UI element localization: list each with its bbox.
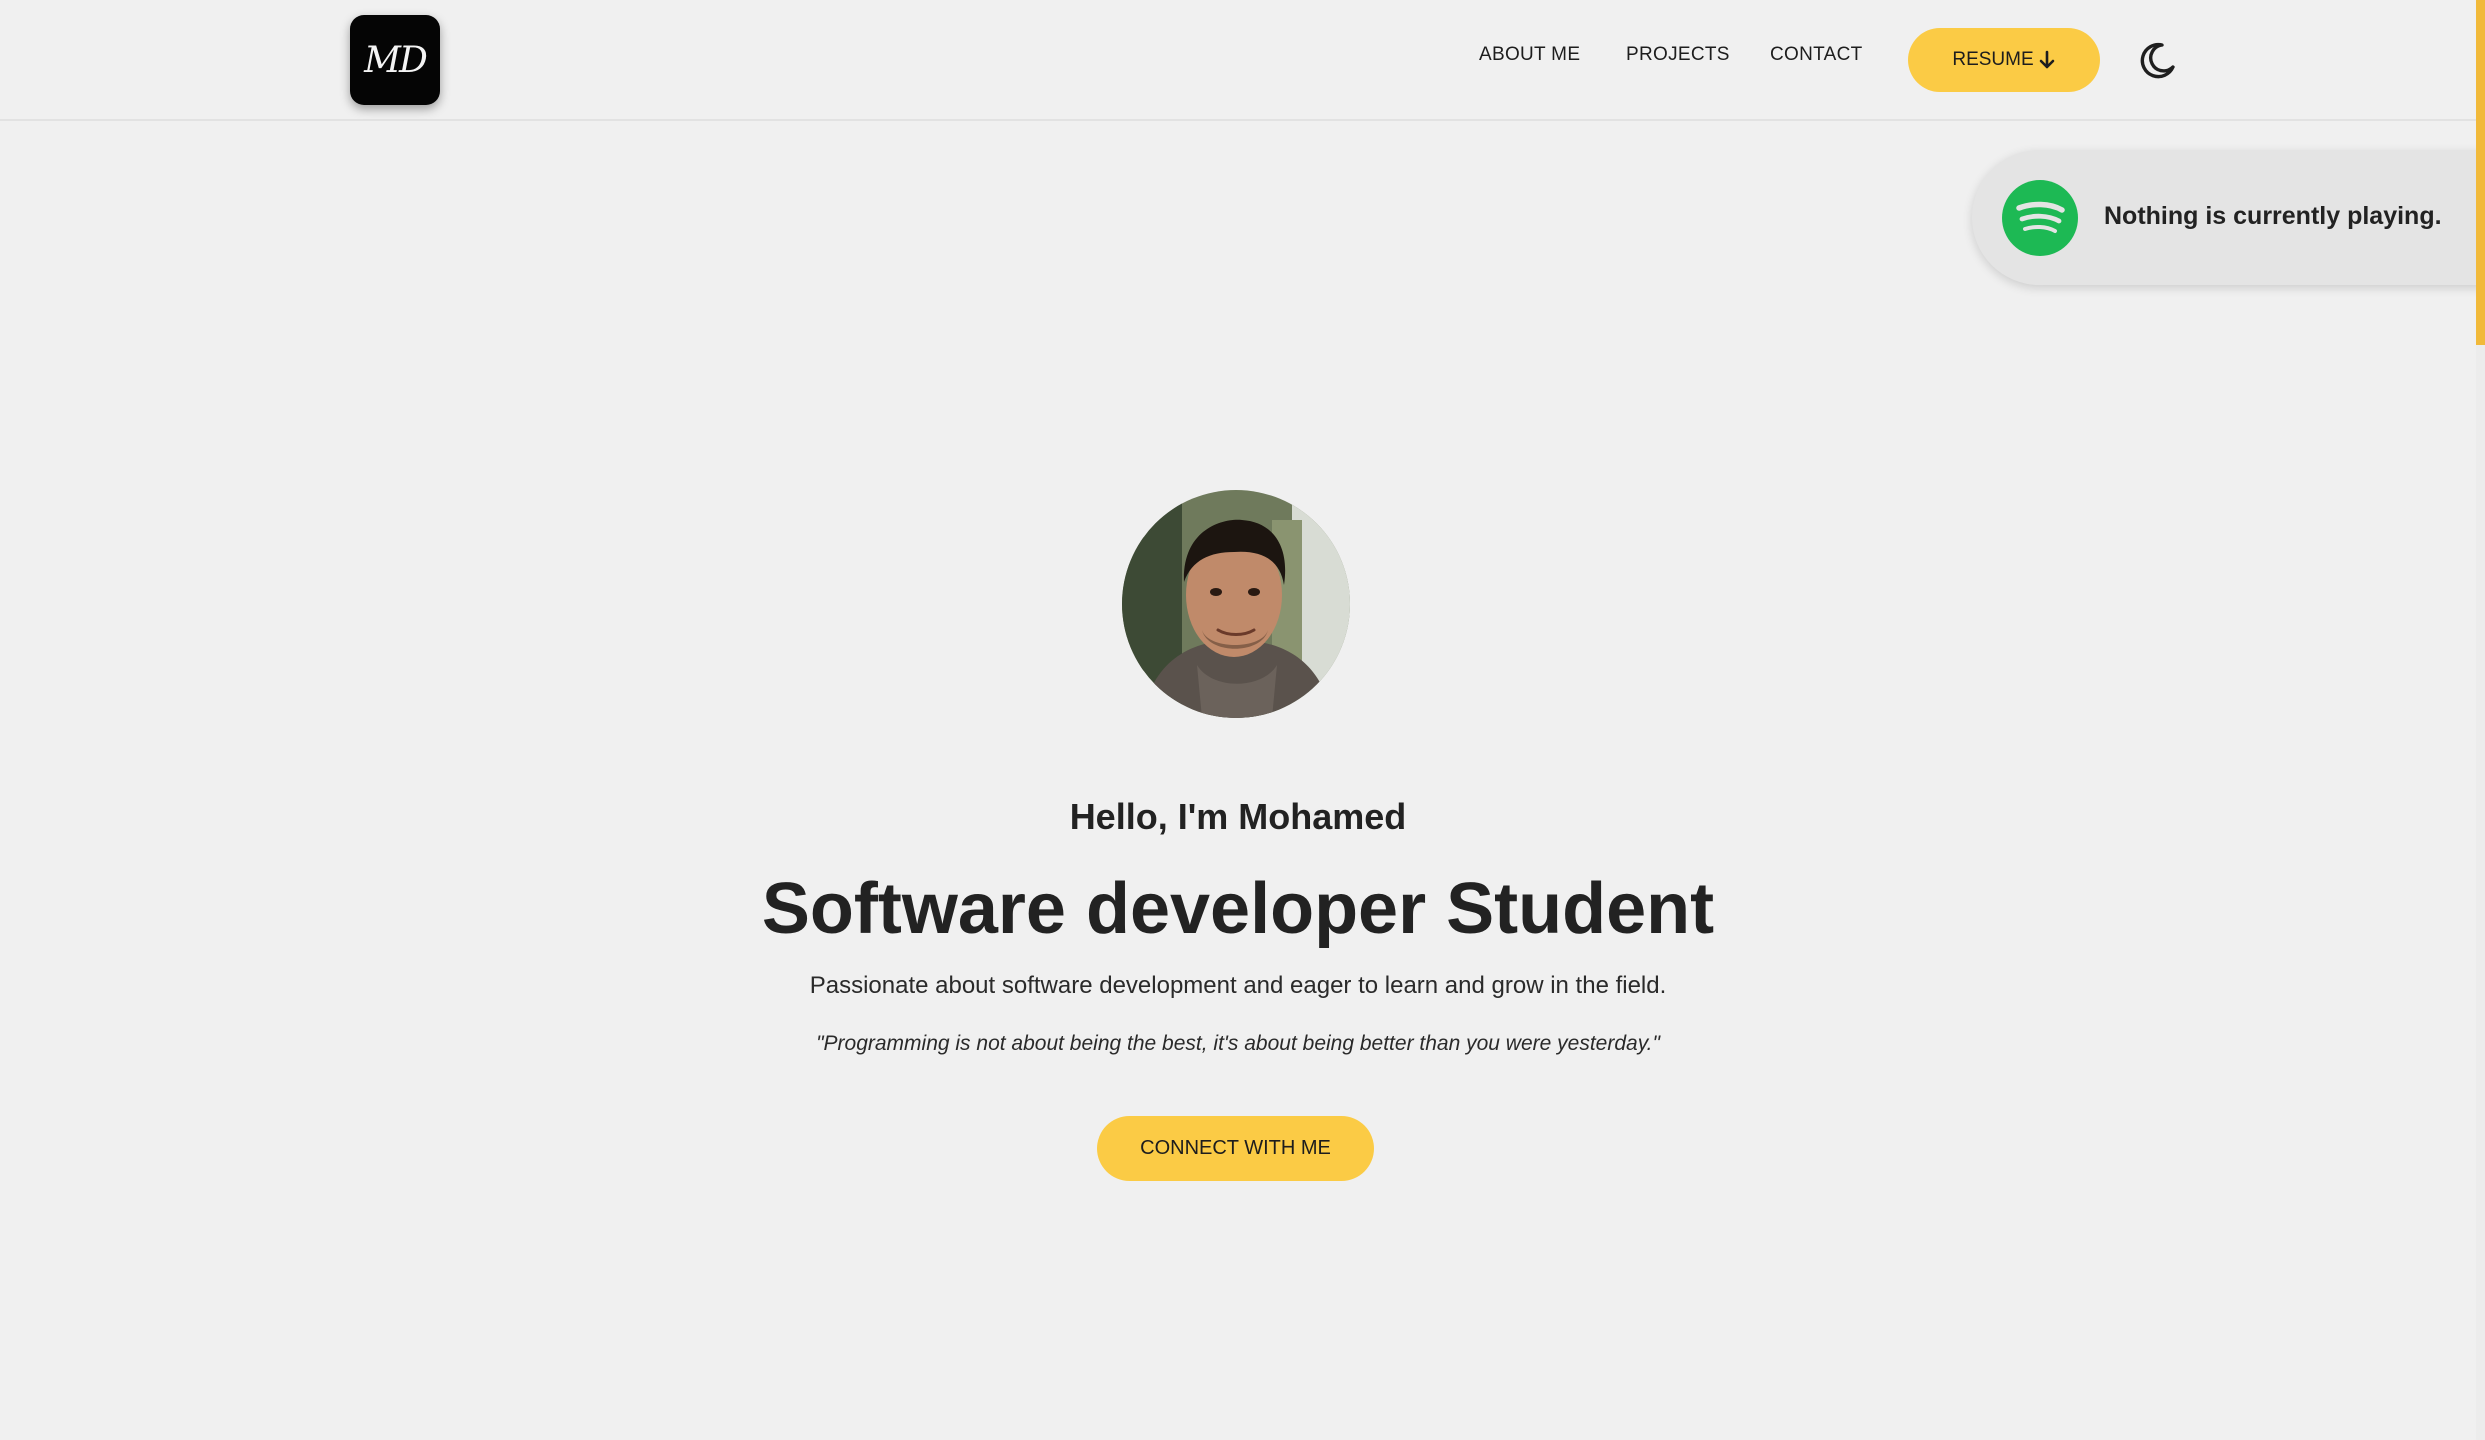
logo-text: MD (364, 39, 428, 81)
spotify-icon (2002, 180, 2078, 256)
hero-greeting: Hello, I'm Mohamed (1069, 796, 1407, 837)
site-header: MD ABOUT ME PROJECTS CONTACT RESUME (0, 0, 2476, 121)
profile-avatar (1122, 490, 1350, 718)
hero-quote: "Programming is not about being the best… (816, 1032, 1660, 1055)
page-scrollbar[interactable] (2476, 0, 2485, 1440)
profile-photo (1122, 490, 1350, 718)
scrollbar-thumb[interactable] (2476, 0, 2485, 345)
page: MD ABOUT ME PROJECTS CONTACT RESUME Noth… (0, 0, 2485, 1440)
nav-about-me[interactable]: ABOUT ME (1479, 44, 1580, 66)
resume-label: RESUME (1952, 49, 2034, 70)
nav-contact[interactable]: CONTACT (1770, 44, 1863, 66)
nav-projects[interactable]: PROJECTS (1626, 44, 1730, 66)
arrow-down-icon (2039, 50, 2054, 69)
spotify-status: Nothing is currently playing. (2104, 202, 2442, 230)
spotify-widget[interactable]: Nothing is currently playing. (1972, 150, 2485, 285)
hero-title: Software developer Student (761, 869, 1715, 949)
site-logo[interactable]: MD (350, 15, 440, 105)
hero-subtitle: Passionate about software development an… (809, 972, 1667, 999)
moon-icon[interactable] (2138, 40, 2178, 80)
resume-button[interactable]: RESUME (1908, 28, 2100, 92)
connect-with-me-button[interactable]: CONNECT WITH ME (1097, 1116, 1374, 1181)
